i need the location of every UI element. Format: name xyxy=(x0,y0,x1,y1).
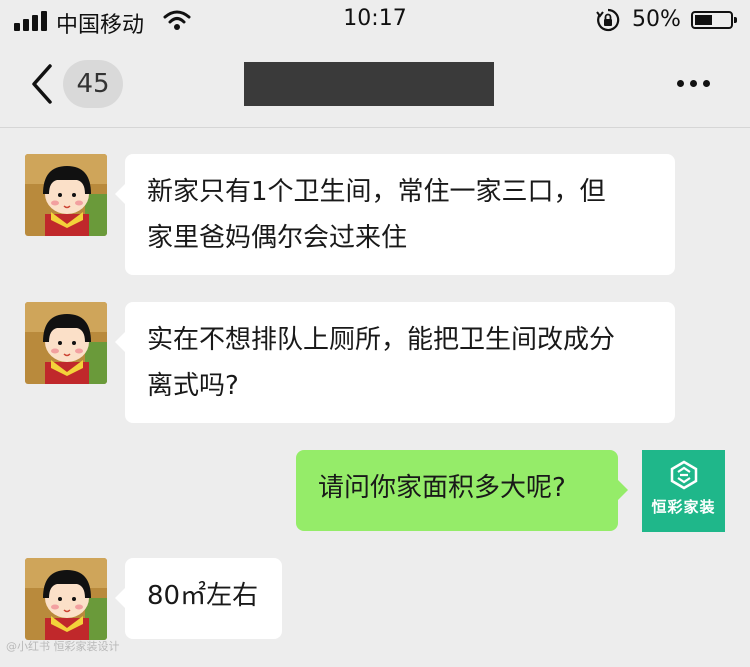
rotation-lock-icon xyxy=(596,8,620,32)
battery-icon xyxy=(691,11,737,29)
outgoing-message[interactable]: 请问你家面积多大呢? xyxy=(296,450,628,531)
message-line: 80㎡左右 xyxy=(147,581,259,611)
contact-avatar[interactable] xyxy=(25,302,107,384)
incoming-message[interactable]: 实在不想排队上厕所，能把卫生间改成分 离式吗? xyxy=(115,302,675,423)
brand-name: 恒彩家装 xyxy=(651,498,716,516)
status-bar: 中国移动 10:17 50% xyxy=(0,0,750,40)
contact-avatar[interactable] xyxy=(25,154,107,236)
redacted-chat-title xyxy=(244,62,494,106)
battery-percent: 50% xyxy=(632,7,681,32)
incoming-message[interactable]: 80㎡左右 xyxy=(115,558,282,639)
message-line: 新家只有1个卫生间，常住一家三口，但 xyxy=(147,177,606,207)
incoming-message[interactable]: 新家只有1个卫生间，常住一家三口，但 家里爸妈偶尔会过来住 xyxy=(115,154,675,275)
unread-count-badge[interactable]: 45 xyxy=(63,60,123,108)
more-icon[interactable] xyxy=(674,76,714,90)
brand-avatar[interactable]: 恒彩家装 xyxy=(642,450,725,532)
message-line: 家里爸妈偶尔会过来住 xyxy=(147,223,408,253)
message-line: 实在不想排队上厕所，能把卫生间改成分 xyxy=(147,325,616,355)
contact-avatar[interactable] xyxy=(25,558,107,640)
back-chevron-icon[interactable] xyxy=(28,62,56,106)
message-line: 离式吗? xyxy=(147,371,239,401)
brand-logo-icon xyxy=(670,460,698,490)
chat-header: 45 xyxy=(0,40,750,128)
watermark: @小红书 恒彩家装设计 xyxy=(6,640,120,653)
message-line: 请问你家面积多大呢? xyxy=(318,473,566,503)
